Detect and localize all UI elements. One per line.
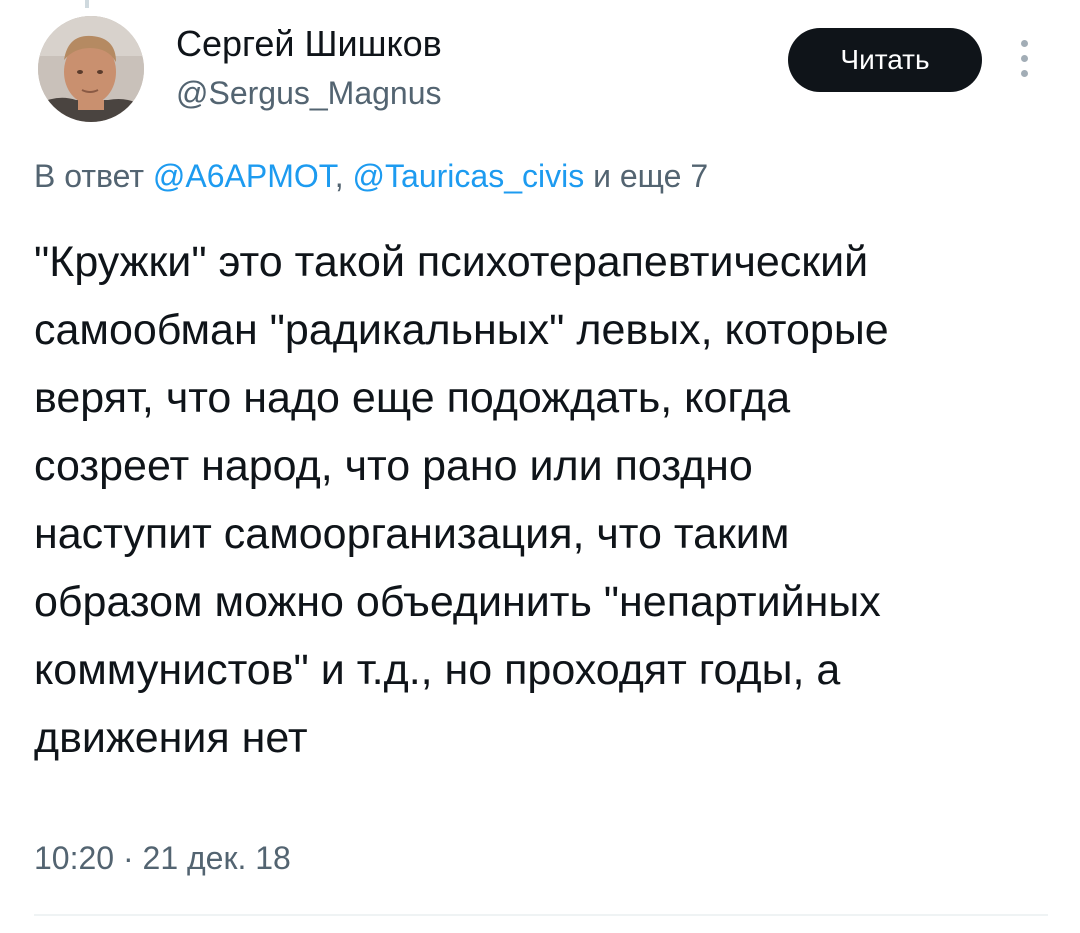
reply-mention-link[interactable]: @Tauricas_civis xyxy=(353,158,585,194)
reply-separator: , xyxy=(334,158,344,194)
reply-mention-link[interactable]: @A6APMOT xyxy=(153,158,335,194)
thread-connector xyxy=(85,0,89,8)
tweet-text-line: "Кружки" это такой психотерапевтический xyxy=(34,238,869,286)
tweet-text-line: наступит самоорганизация, что таким xyxy=(34,510,790,558)
user-photo-avatar-icon xyxy=(38,16,144,122)
tweet-text-line: верят, что надо еще подождать, когда xyxy=(34,374,791,422)
tweet-text-line: образом можно объединить "непартийных xyxy=(34,578,881,626)
tweet-text: "Кружки" это такой психотерапевтический … xyxy=(34,228,1054,772)
divider xyxy=(34,914,1048,916)
tweet-text-line: коммунистов" и т.д., но проходят годы, а xyxy=(34,646,841,694)
follow-button[interactable]: Читать xyxy=(788,28,982,92)
tweet-text-line: движения нет xyxy=(34,714,308,762)
reply-suffix-link[interactable]: и еще 7 xyxy=(593,158,708,194)
tweet-text-line: самообман "радикальных" левых, которые xyxy=(34,306,889,354)
reply-context: В ответ @A6APMOT, @Tauricas_civis и еще … xyxy=(34,156,708,196)
more-vertical-icon[interactable] xyxy=(1010,36,1040,82)
tweet-text-line: созреет народ, что рано или поздно xyxy=(34,442,753,490)
author-name[interactable]: Сергей Шишков xyxy=(176,24,442,64)
reply-prefix: В ответ xyxy=(34,158,145,194)
tweet-card: Сергей Шишков @Sergus_Magnus Читать В от… xyxy=(0,0,1080,933)
avatar[interactable] xyxy=(38,16,144,122)
author-handle[interactable]: @Sergus_Magnus xyxy=(176,74,442,112)
tweet-timestamp[interactable]: 10:20 · 21 дек. 18 xyxy=(34,838,291,878)
